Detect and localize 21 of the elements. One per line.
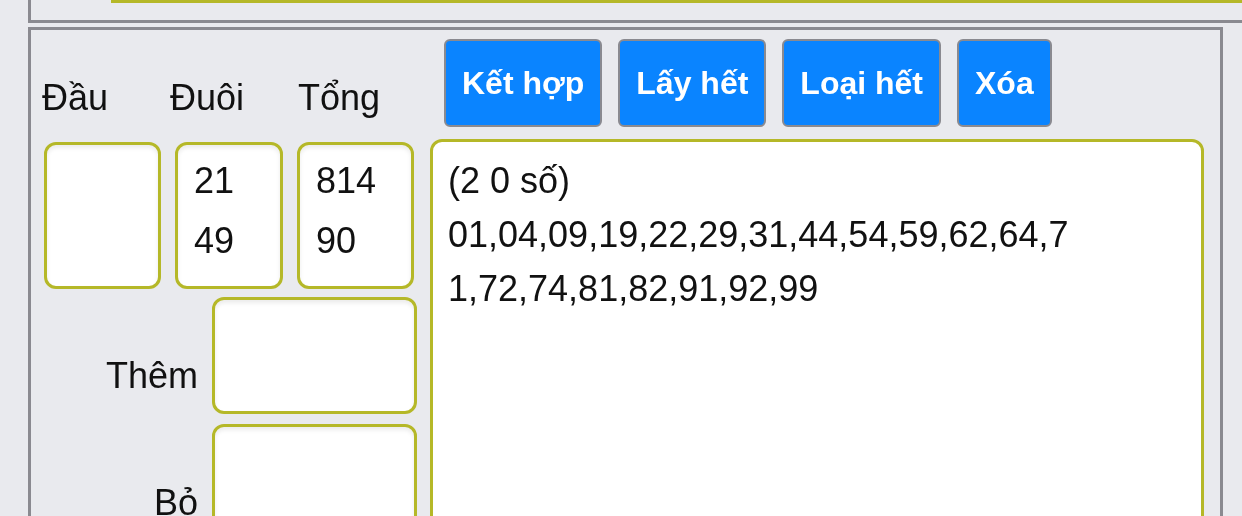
column-label: Đuôi: [170, 77, 245, 120]
input-field[interactable]: [44, 142, 161, 289]
action-button[interactable]: Loại hết: [782, 39, 941, 127]
field-text: 21: [194, 159, 236, 203]
field-label: Bỏ: [152, 488, 198, 516]
action-button[interactable]: Lấy hết: [618, 39, 767, 127]
action-button[interactable]: Xóa: [957, 39, 1052, 127]
column-label: Đầu: [42, 77, 109, 120]
result-field[interactable]: (2 0 số) 01,04,09,19,22,29,31,44,54,59,62,64,7 1,72,74,81,82,91,92,99: [430, 139, 1204, 516]
input-field[interactable]: [212, 297, 417, 414]
field-text: 49: [194, 219, 236, 263]
field-text: 814: [316, 159, 378, 203]
result-text: 01,04,09,19,22,29,31,44,54,59,62,64,7: [448, 213, 1070, 257]
result-text: 1,72,74,81,82,91,92,99: [448, 267, 820, 311]
input-field[interactable]: 814 90: [297, 142, 414, 289]
field-text: 90: [316, 219, 358, 263]
input-field[interactable]: 21 49: [175, 142, 283, 289]
result-text: (2 0 số): [448, 159, 572, 203]
column-label: Tổng: [298, 77, 381, 120]
action-button[interactable]: Kết hợp: [444, 39, 603, 127]
field-label: Thêm: [104, 361, 198, 391]
